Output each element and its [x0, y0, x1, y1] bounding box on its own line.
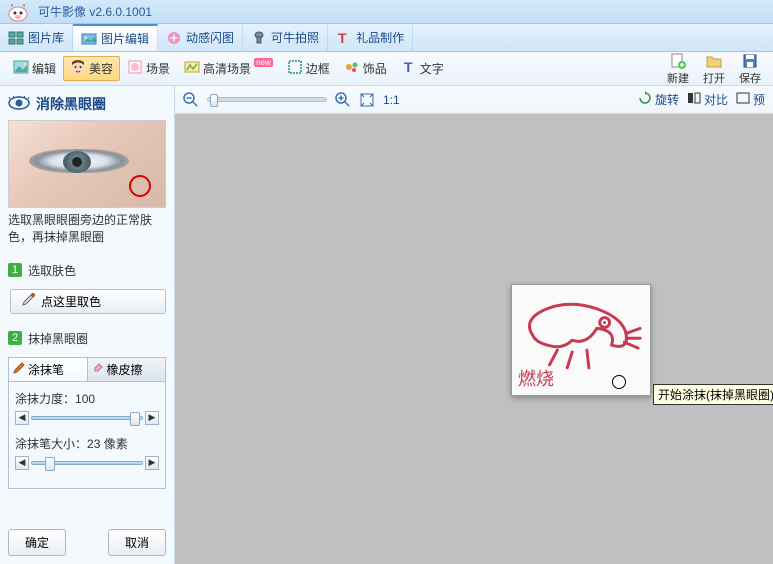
canvas-tools: 1:1 旋转 对比 预: [175, 86, 773, 114]
eraser-tab[interactable]: 橡皮擦: [88, 358, 166, 381]
edit-icon: [81, 31, 97, 47]
ornament-icon: [344, 59, 360, 78]
left-arrow-icon[interactable]: ◀: [15, 456, 29, 470]
ratio-label[interactable]: 1:1: [383, 93, 400, 107]
compare-button[interactable]: 对比: [687, 91, 728, 108]
panel-title: 消除黑眼圈: [8, 94, 166, 114]
tool-beauty[interactable]: 美容: [63, 56, 120, 81]
tab-edit[interactable]: 图片编辑: [73, 24, 158, 51]
zoom-out-button[interactable]: [183, 92, 199, 108]
step-2: 2 抹掉黑眼圈: [8, 330, 166, 347]
brush-icon: [13, 362, 25, 377]
brush-label-row: 涂抹笔大小：23 像素: [15, 435, 159, 452]
app-logo-icon: [4, 2, 32, 22]
compare-icon: [687, 91, 701, 108]
new-file-icon: [669, 52, 687, 70]
landscape-icon: [13, 59, 29, 78]
toolbar-right: 新建 打开 保存: [661, 52, 767, 86]
fit-button[interactable]: [359, 92, 375, 108]
frame-icon: [287, 59, 303, 78]
brush-slider[interactable]: ◀ ▶: [15, 456, 159, 470]
hint-text: 选取黑眼眼圈旁边的正常肤色，再抹掉黑眼圈: [8, 212, 166, 246]
tool-scene[interactable]: 场景: [120, 56, 177, 81]
rotate-button[interactable]: 旋转: [638, 91, 679, 108]
left-arrow-icon[interactable]: ◀: [15, 411, 29, 425]
new-button[interactable]: 新建: [661, 52, 695, 86]
zoom-in-button[interactable]: [335, 92, 351, 108]
step-num-2: 2: [8, 331, 22, 345]
step-1: 1 选取肤色: [8, 262, 166, 279]
ok-button[interactable]: 确定: [8, 529, 66, 556]
hd-scene-icon: [184, 59, 200, 78]
eye-panel-icon: [8, 96, 30, 113]
step-num-1: 1: [8, 263, 22, 277]
rotate-icon: [638, 91, 652, 108]
save-button[interactable]: 保存: [733, 52, 767, 86]
save-icon: [741, 52, 759, 70]
svg-text:T: T: [338, 30, 347, 46]
eraser-icon: [92, 362, 104, 377]
tool-tabs: 涂抹笔 橡皮擦: [8, 357, 166, 381]
cancel-button[interactable]: 取消: [108, 529, 166, 556]
tool-ornament[interactable]: 饰品: [337, 56, 394, 81]
tool-frame[interactable]: 边框: [280, 56, 337, 81]
main-tabs: 图片库 图片编辑 动感闪图 可牛拍照 T 礼品制作: [0, 24, 773, 52]
brush-cursor-icon: [612, 375, 626, 389]
eyedropper-icon: [21, 293, 35, 310]
slider-thumb[interactable]: [130, 412, 140, 426]
brush-value: 23: [87, 437, 100, 451]
tab-gallery[interactable]: 图片库: [0, 24, 73, 51]
tab-flash[interactable]: 动感闪图: [158, 24, 243, 51]
app-title: 可牛影像 v2.6.0.1001: [38, 3, 152, 20]
preview-button[interactable]: 预: [736, 91, 765, 108]
tooltip: 开始涂抹(抹掉黑眼圈): [653, 384, 773, 405]
image-content[interactable]: 燃烧: [511, 284, 651, 396]
slider-thumb[interactable]: [45, 457, 55, 471]
preview-icon: [736, 91, 750, 108]
strength-slider[interactable]: ◀ ▶: [15, 411, 159, 425]
face-icon: [70, 59, 86, 78]
sample-circle-icon: [129, 175, 151, 197]
right-arrow-icon[interactable]: ▶: [145, 411, 159, 425]
slider-thumb[interactable]: [210, 94, 218, 107]
workspace: 消除黑眼圈 选取黑眼眼圈旁边的正常肤色，再抹掉黑眼圈 1 选取肤色 点这里取色 …: [0, 86, 773, 564]
tool-panel: 涂抹力度：100 ◀ ▶ 涂抹笔大小：23 像素 ◀ ▶: [8, 381, 166, 489]
flash-icon: [166, 30, 182, 46]
burn-text: 燃烧: [518, 365, 554, 391]
tab-camera[interactable]: 可牛拍照: [243, 24, 328, 51]
gift-icon: T: [336, 30, 352, 46]
svg-text:T: T: [404, 59, 413, 75]
tool-hd-scene[interactable]: 高清场景 new: [177, 56, 280, 81]
new-badge: new: [254, 58, 273, 67]
canvas-area: 1:1 旋转 对比 预 燃: [175, 86, 773, 564]
pick-color-button[interactable]: 点这里取色: [10, 289, 166, 314]
sidebar: 消除黑眼圈 选取黑眼眼圈旁边的正常肤色，再抹掉黑眼圈 1 选取肤色 点这里取色 …: [0, 86, 175, 564]
eye-preview-image: [8, 120, 166, 208]
toolbar: 编辑 美容 场景 高清场景 new 边框 饰品 T 文字 新建 打开 保: [0, 52, 773, 86]
open-button[interactable]: 打开: [697, 52, 731, 86]
tool-text[interactable]: T 文字: [394, 56, 451, 81]
scene-icon: [127, 59, 143, 78]
camera-icon: [251, 30, 267, 46]
brush-tab[interactable]: 涂抹笔: [9, 358, 88, 381]
canvas[interactable]: 燃烧 开始涂抹(抹掉黑眼圈): [175, 114, 773, 564]
zoom-slider[interactable]: [207, 97, 327, 102]
gallery-icon: [8, 30, 24, 46]
open-icon: [705, 52, 723, 70]
tool-edit[interactable]: 编辑: [6, 56, 63, 81]
strength-value: 100: [75, 392, 95, 406]
right-arrow-icon[interactable]: ▶: [145, 456, 159, 470]
confirm-row: 确定 取消: [8, 519, 166, 556]
titlebar: 可牛影像 v2.6.0.1001: [0, 0, 773, 24]
text-icon: T: [401, 59, 417, 78]
tab-gift[interactable]: T 礼品制作: [328, 24, 413, 51]
strength-label-row: 涂抹力度：100: [15, 390, 159, 407]
